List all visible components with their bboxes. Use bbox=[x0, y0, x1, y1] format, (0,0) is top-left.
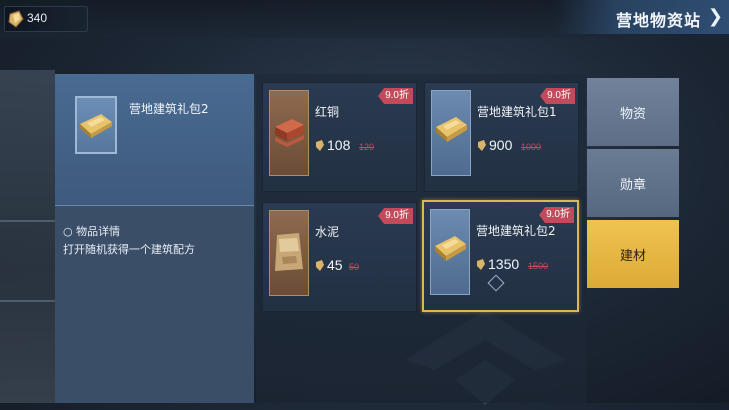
tab-label: 物资 bbox=[619, 106, 646, 122]
item-price: 45 bbox=[327, 257, 343, 273]
discount-badge: 9.0折 bbox=[539, 207, 574, 223]
item-name: 水泥 bbox=[315, 225, 340, 239]
item-card-building-pack-1[interactable]: 营地建筑礼包1 9.0折 900 1000 bbox=[424, 82, 579, 192]
discount-badge: 9.0折 bbox=[540, 88, 575, 104]
currency-amount: 340 bbox=[27, 11, 48, 25]
selection-diamond-icon bbox=[487, 274, 505, 292]
item-original-price: 1000 bbox=[521, 142, 542, 152]
price-gem-icon bbox=[477, 259, 485, 270]
building-pack-icon bbox=[75, 96, 117, 154]
background-shelf bbox=[0, 70, 55, 403]
tab-supplies[interactable]: 物资 bbox=[587, 78, 679, 146]
item-price: 108 bbox=[327, 137, 351, 153]
discount-badge: 9.0折 bbox=[378, 88, 413, 104]
item-price: 1350 bbox=[488, 256, 520, 272]
currency-display: 340 bbox=[4, 6, 88, 32]
item-card-cement[interactable]: 水泥 9.0折 45 50 bbox=[262, 202, 417, 312]
tab-label: 建材 bbox=[619, 248, 646, 264]
item-grid: 红铜 9.0折 108 120 营地建筑礼包1 9.0折 900 1000 水泥… bbox=[256, 74, 586, 403]
price-gem-icon bbox=[316, 140, 324, 151]
item-original-price: 120 bbox=[359, 142, 375, 152]
price-gem-icon bbox=[478, 140, 486, 151]
building-pack-icon bbox=[431, 90, 471, 176]
detail-description: 打开随机获得一个建筑配方 bbox=[63, 243, 195, 256]
cement-bag-icon bbox=[269, 210, 309, 296]
item-price: 900 bbox=[489, 137, 513, 153]
item-card-building-pack-2[interactable]: 营地建筑礼包2 9.0折 1350 1500 bbox=[422, 200, 579, 312]
page-title: 营地物资站 bbox=[615, 11, 701, 30]
building-pack-icon bbox=[430, 209, 470, 295]
tab-building-materials[interactable]: 建材 bbox=[587, 220, 679, 288]
item-original-price: 50 bbox=[349, 262, 360, 272]
tab-label: 勋章 bbox=[619, 177, 646, 193]
copper-ingot-icon bbox=[269, 90, 309, 176]
tab-medals[interactable]: 勋章 bbox=[587, 149, 679, 217]
item-original-price: 1500 bbox=[528, 261, 549, 271]
detail-header: 营地建筑礼包2 bbox=[55, 74, 254, 206]
title-banner: 营地物资站 ❯ bbox=[554, 0, 729, 34]
item-detail-panel: 营地建筑礼包2 ○ 物品详情 打开随机获得一个建筑配方 bbox=[55, 74, 254, 403]
item-card-copper[interactable]: 红铜 9.0折 108 120 bbox=[262, 82, 417, 192]
item-name: 红铜 bbox=[315, 105, 340, 119]
detail-section-label: ○ 物品详情 bbox=[63, 225, 121, 238]
detail-body: ○ 物品详情 打开随机获得一个建筑配方 bbox=[55, 206, 254, 403]
top-bar: 340 营地物资站 ❯ bbox=[0, 0, 729, 38]
currency-gem-icon bbox=[8, 10, 24, 28]
price-gem-icon bbox=[316, 260, 324, 271]
chevron-right-icon[interactable]: ❯ bbox=[708, 6, 723, 27]
discount-badge: 9.0折 bbox=[378, 208, 413, 224]
item-name: 营地建筑礼包1 bbox=[477, 105, 557, 119]
detail-item-name: 营地建筑礼包2 bbox=[129, 102, 209, 116]
item-name: 营地建筑礼包2 bbox=[476, 224, 556, 238]
